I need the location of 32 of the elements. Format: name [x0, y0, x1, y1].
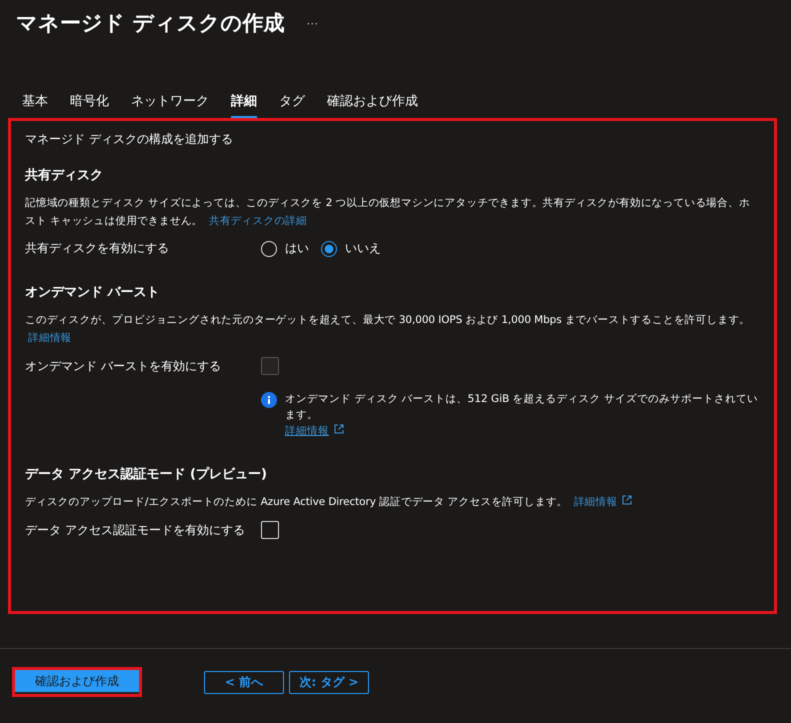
- tab[interactable]: 暗号化: [70, 90, 109, 118]
- radio-label[interactable]: いいえ: [345, 240, 381, 257]
- section-heading: オンデマンド バースト: [25, 284, 161, 301]
- previous-button[interactable]: < 前へ: [204, 670, 284, 694]
- tab[interactable]: 詳細: [231, 90, 257, 118]
- section-heading: データ アクセス認証モード (プレビュー): [25, 466, 268, 483]
- learn-more-link[interactable]: 詳細情報: [28, 332, 72, 344]
- learn-more-link[interactable]: 共有ディスクの詳細: [208, 215, 307, 227]
- tab[interactable]: ネットワーク: [131, 90, 209, 118]
- description-text: 記憶域の種類とディスク サイズによっては、このディスクを 2 つ以上の仮想マシンにアタッチできます。共有ディスクが有効になっている場合、ホスト キャッシュは使用できません。 共有ディスクの詳細: [25, 196, 751, 229]
- intro-text: マネージド ディスクの構成を追加する: [25, 131, 234, 148]
- section-heading: 共有ディスク: [25, 167, 104, 184]
- description-text: ディスクのアップロード/エクスポートのために Azure Active Directory 認証でデータ アクセスを許可します。 詳細情報: [25, 493, 760, 511]
- learn-more-link[interactable]: 詳細情報: [285, 425, 344, 437]
- tab[interactable]: 確認および作成: [327, 90, 418, 118]
- more-button[interactable]: ···: [306, 16, 318, 30]
- field-label: データ アクセス認証モードを有効にする: [25, 522, 246, 538]
- radio-label[interactable]: はい: [285, 240, 309, 257]
- description-text: このディスクが、プロビジョニングされた元のターゲットを超えて、最大で 30,000 IOPS および 1,000 Mbps までバーストすることを許可します。 詳細情報: [25, 313, 752, 346]
- external-link-icon: [334, 424, 344, 434]
- external-link-icon: [622, 495, 632, 505]
- next-button[interactable]: 次: タグ >: [289, 670, 369, 694]
- info-icon: [261, 392, 277, 408]
- field-label: 共有ディスクを有効にする: [25, 240, 170, 257]
- radio-button[interactable]: [321, 240, 337, 256]
- tab[interactable]: タグ: [279, 90, 305, 118]
- field-label: オンデマンド バーストを有効にする: [25, 358, 222, 374]
- page-title: マネージド ディスクの作成: [16, 10, 284, 37]
- review-create-button[interactable]: 確認および作成: [15, 670, 139, 694]
- note-text: オンデマンド ディスク バーストは、512 GiB を超えるディスク サイズでのみサポートされています。: [285, 392, 759, 423]
- tab[interactable]: 基本: [22, 90, 48, 118]
- learn-more-link[interactable]: 詳細情報: [574, 496, 632, 508]
